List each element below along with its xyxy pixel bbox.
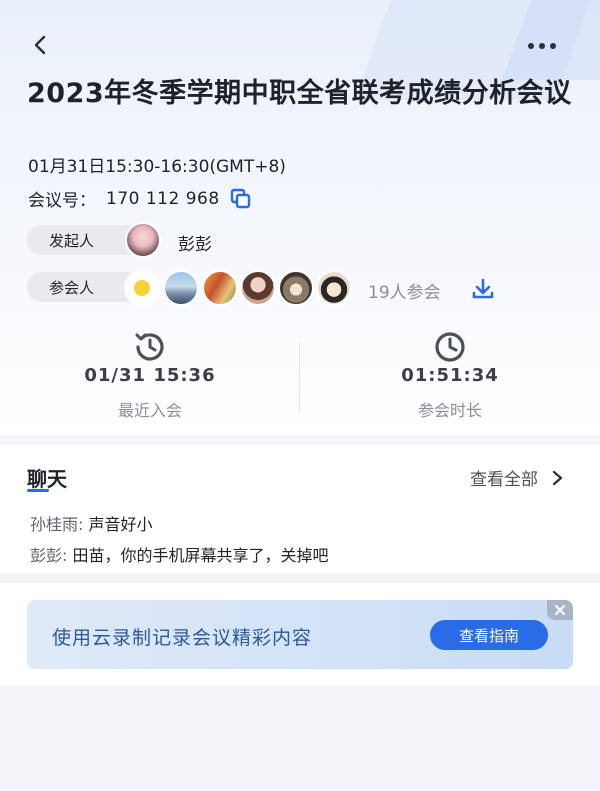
chat-title-underline — [27, 489, 49, 492]
meeting-detail-header: 2023年冬季学期中职全省联考成绩分析会议 01月31日15:30-16:30(… — [0, 0, 600, 435]
meeting-stats: 01/31 15:36 最近入会 01:51:34 参会时长 — [0, 325, 600, 435]
chevron-right-icon — [552, 470, 563, 485]
more-dot — [539, 43, 545, 49]
banner-area: 使用云录制记录会议精彩内容 查看指南 — [0, 583, 600, 686]
attendee-avatar[interactable] — [278, 270, 314, 306]
attendee-count[interactable]: 19人参会 — [368, 278, 441, 303]
attendee-avatar[interactable] — [202, 270, 238, 306]
attendee-avatar[interactable] — [240, 270, 276, 306]
download-icon[interactable] — [470, 276, 496, 302]
last-join-value: 01/31 15:36 — [84, 365, 216, 386]
chat-text: 田苗，你的手机屏幕共享了，关掉吧 — [72, 546, 329, 565]
banner-text: 使用云录制记录会议精彩内容 — [52, 627, 313, 649]
meeting-id-row: 会议号： 170 112 968 — [28, 186, 252, 211]
host-name: 彭彭 — [178, 235, 212, 255]
meeting-id-value: 170 112 968 — [106, 188, 220, 209]
cloud-recording-banner[interactable]: 使用云录制记录会议精彩内容 查看指南 — [27, 600, 573, 669]
duration-value: 01:51:34 — [401, 365, 499, 386]
more-dot — [550, 43, 556, 49]
clock-icon — [435, 332, 465, 362]
attendee-avatar[interactable] — [124, 270, 160, 306]
chevron-left-icon — [34, 35, 46, 55]
attendee-avatar[interactable] — [163, 270, 199, 306]
meeting-id-label: 会议号： — [28, 191, 96, 211]
view-guide-button[interactable]: 查看指南 — [430, 620, 548, 650]
back-button[interactable] — [26, 30, 56, 60]
close-icon — [554, 604, 566, 616]
host-avatar[interactable] — [125, 222, 161, 258]
last-join-label: 最近入会 — [117, 401, 182, 420]
history-icon — [135, 333, 164, 361]
chat-message: 孙桂雨: 声音好小 — [30, 511, 153, 535]
chat-title: 聊天 — [27, 467, 67, 491]
attendee-avatar[interactable] — [316, 270, 352, 306]
more-horizontal-icon — [528, 43, 534, 49]
copy-icon[interactable] — [230, 188, 252, 210]
chat-sender: 彭彭: — [30, 546, 68, 565]
chat-text: 声音好小 — [88, 515, 153, 534]
view-all-label: 查看全部 — [470, 470, 538, 490]
chat-sender: 孙桂雨: — [30, 515, 84, 534]
meeting-time: 01月31日15:30-16:30(GMT+8) — [28, 157, 286, 177]
chat-message: 彭彭: 田苗，你的手机屏幕共享了，关掉吧 — [30, 542, 329, 566]
chat-card: 聊天 查看全部 孙桂雨: 声音好小 彭彭: 田苗，你的手机屏幕共享了，关掉吧 — [0, 445, 600, 573]
more-button[interactable] — [522, 34, 562, 58]
view-all-chat-button[interactable]: 查看全部 — [470, 465, 564, 490]
meeting-title: 2023年冬季学期中职全省联考成绩分析会议 — [27, 78, 572, 109]
duration-label: 参会时长 — [417, 401, 482, 420]
banner-close-button[interactable] — [547, 600, 573, 620]
